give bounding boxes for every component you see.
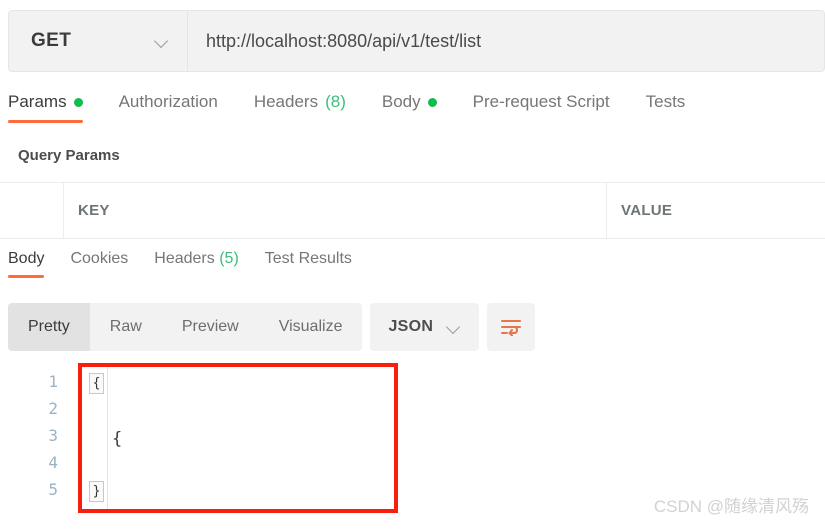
response-body-highlight-box: { } { "code": -2, "data": "", "msg": "服务… xyxy=(78,363,398,513)
word-wrap-button[interactable] xyxy=(487,303,536,351)
response-tab-test-results-label: Test Results xyxy=(264,250,352,267)
url-text: http://localhost:8080/api/v1/test/list xyxy=(206,30,482,51)
code-fold-gutter: { } xyxy=(86,367,108,509)
response-tab-headers-label: Headers xyxy=(154,250,215,267)
line-number: 1 xyxy=(48,372,58,391)
response-tab-body[interactable]: Body xyxy=(8,250,45,278)
line-number: 3 xyxy=(48,426,58,445)
tab-pre-request-script-label: Pre-request Script xyxy=(472,92,610,111)
tab-tests[interactable]: Tests xyxy=(646,92,686,123)
modified-dot-icon xyxy=(73,97,83,107)
view-mode-pretty-label: Pretty xyxy=(28,318,70,335)
code-line-1: { xyxy=(112,426,357,453)
tab-body[interactable]: Body xyxy=(382,92,437,123)
view-mode-raw-label: Raw xyxy=(109,318,142,335)
tab-headers-label: Headers xyxy=(253,92,319,111)
tab-params-label: Params xyxy=(8,92,67,111)
response-tab-body-label: Body xyxy=(8,250,45,267)
watermark: CSDN @随缘清风殇 xyxy=(653,497,809,516)
response-tab-cookies-label: Cookies xyxy=(70,250,129,267)
code-fold-open-icon[interactable]: { xyxy=(89,373,104,394)
query-params-key-column: KEY xyxy=(64,183,607,238)
query-params-select-column xyxy=(0,183,64,238)
tab-authorization-label: Authorization xyxy=(118,92,218,111)
code-fold-close-icon[interactable]: } xyxy=(89,481,104,502)
url-input[interactable]: http://localhost:8080/api/v1/test/list xyxy=(188,10,825,72)
url-bar: GET http://localhost:8080/api/v1/test/li… xyxy=(8,10,825,72)
http-method-selector[interactable]: GET xyxy=(8,10,188,72)
code-line-numbers: 1 2 3 4 5 xyxy=(0,368,58,503)
column-header-value: VALUE xyxy=(621,202,673,219)
response-tab-cookies[interactable]: Cookies xyxy=(70,250,128,278)
view-mode-visualize-label: Visualize xyxy=(278,318,343,335)
view-mode-preview[interactable]: Preview xyxy=(162,303,259,351)
line-number: 4 xyxy=(48,453,58,472)
tab-pre-request-script[interactable]: Pre-request Script xyxy=(473,92,610,123)
postman-request-response-panel: GET http://localhost:8080/api/v1/test/li… xyxy=(0,0,825,529)
query-params-value-column: VALUE xyxy=(607,183,825,238)
content-type-select[interactable]: JSON xyxy=(370,303,480,351)
query-params-table-header: KEY VALUE xyxy=(0,182,825,239)
query-params-title: Query Params xyxy=(18,147,120,164)
response-tab-headers[interactable]: Headers (5) xyxy=(154,250,239,278)
response-body-code[interactable]: { "code": -2, "data": "", "msg": "服务端出问题… xyxy=(112,372,357,529)
chevron-down-icon xyxy=(447,320,461,334)
tab-body-label: Body xyxy=(381,92,421,111)
response-tab-test-results[interactable]: Test Results xyxy=(265,250,352,278)
view-mode-pretty[interactable]: Pretty xyxy=(8,303,90,351)
tab-headers[interactable]: Headers (8) xyxy=(254,92,346,123)
content-type-label: JSON xyxy=(388,318,434,335)
tab-authorization[interactable]: Authorization xyxy=(119,92,218,123)
request-tabs: Params Authorization Headers (8) Body Pr… xyxy=(8,92,825,132)
column-header-key: KEY xyxy=(78,202,110,219)
code-open-brace: { xyxy=(112,429,123,449)
response-view-mode-group: Pretty Raw Preview Visualize xyxy=(8,303,363,351)
modified-dot-icon xyxy=(427,97,437,107)
response-tabs: Body Cookies Headers (5) Test Results xyxy=(0,250,825,286)
response-tab-headers-count: (5) xyxy=(219,250,239,267)
http-method-label: GET xyxy=(31,30,72,51)
view-mode-raw[interactable]: Raw xyxy=(90,303,162,351)
line-number: 5 xyxy=(48,480,58,499)
chevron-down-icon xyxy=(155,34,169,48)
tab-headers-count: (8) xyxy=(325,92,346,111)
response-format-bar: Pretty Raw Preview Visualize JSON xyxy=(8,303,536,351)
word-wrap-icon xyxy=(501,320,522,336)
line-number: 2 xyxy=(48,399,58,418)
view-mode-visualize[interactable]: Visualize xyxy=(259,303,363,351)
view-mode-preview-label: Preview xyxy=(181,318,239,335)
tab-tests-label: Tests xyxy=(645,92,686,111)
tab-params[interactable]: Params xyxy=(8,92,83,123)
